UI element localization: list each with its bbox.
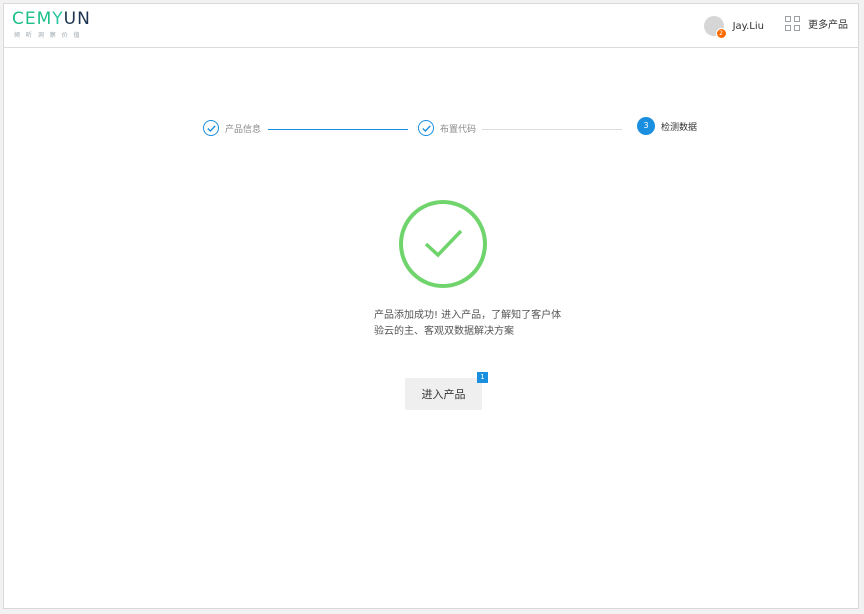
step-connector-complete	[268, 129, 408, 130]
app-window: CEMYUN 倾 听 洞 察 价 值 2 Jay.Liu 更多产品 产品信息 布…	[3, 3, 859, 609]
check-circle-icon	[203, 120, 219, 136]
user-menu[interactable]: 2 Jay.Liu	[703, 14, 764, 39]
logo-text-un: UN	[63, 9, 91, 29]
more-products-label: 更多产品	[808, 20, 848, 31]
notification-badge: 2	[715, 28, 727, 39]
step-product-info: 产品信息	[203, 120, 261, 136]
button-badge: 1	[477, 372, 488, 383]
step-number: 3	[637, 117, 655, 135]
username[interactable]: Jay.Liu	[733, 21, 764, 32]
check-circle-icon	[418, 120, 434, 136]
success-check-icon	[399, 200, 487, 288]
step-label: 布置代码	[440, 124, 477, 135]
step-label: 产品信息	[225, 124, 262, 135]
step-connector-pending	[482, 129, 622, 130]
logo-text-y: Y	[52, 9, 64, 29]
cemyun-logo[interactable]: CEMYUN 倾 听 洞 察 价 值	[12, 10, 91, 39]
enter-product-button[interactable]: 进入产品	[405, 378, 482, 410]
logo-text-cem: CEM	[12, 9, 53, 29]
success-message-line2: 验云的主、客观双数据解决方案	[374, 326, 514, 337]
more-products-button[interactable]: 更多产品	[785, 16, 848, 31]
step-label: 检测数据	[661, 122, 698, 133]
step-detect-data: 3 检测数据	[637, 117, 697, 135]
success-message-line1: 产品添加成功! 进入产品，了解知了客户体	[374, 310, 562, 321]
logo-tagline: 倾 听 洞 察 价 值	[14, 32, 82, 39]
grid-icon	[785, 16, 800, 31]
success-message: 产品添加成功! 进入产品，了解知了客户体 验云的主、客观双数据解决方案	[374, 308, 584, 340]
avatar[interactable]: 2	[703, 16, 727, 39]
step-deploy-code: 布置代码	[418, 120, 476, 136]
top-navigation-bar: CEMYUN 倾 听 洞 察 价 值 2 Jay.Liu 更多产品	[4, 4, 858, 48]
